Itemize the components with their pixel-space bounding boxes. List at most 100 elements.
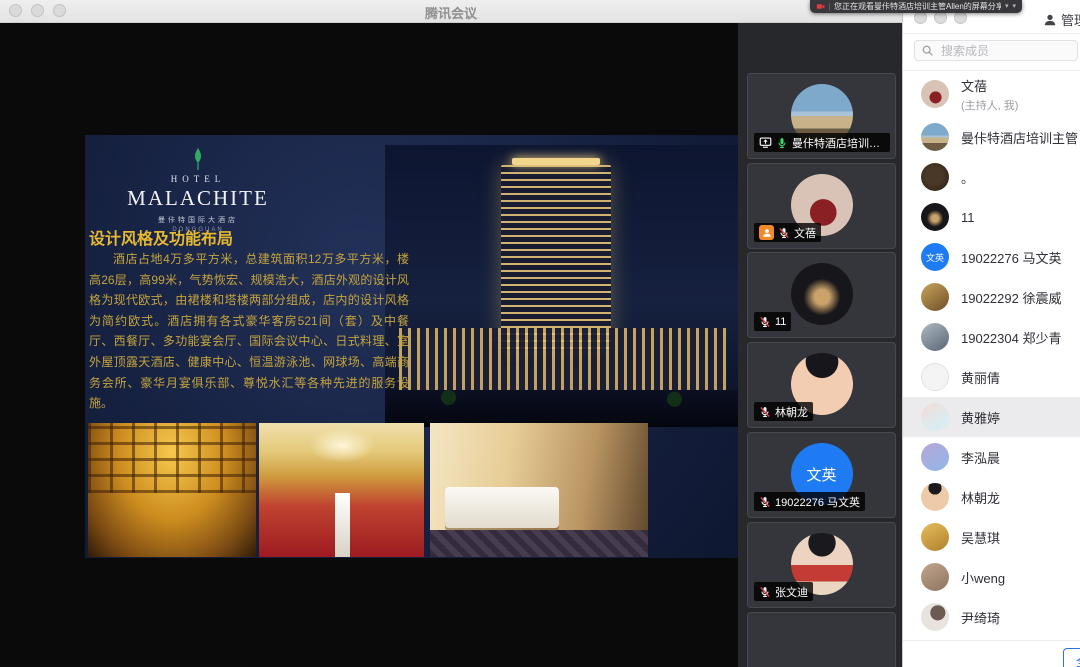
avatar [921,203,949,231]
window-titlebar: 腾讯会议 [0,0,902,23]
presentation-slide: HOTEL MALACHITE 曼佧特国际大酒店 DONGGUAN 设计风格及功… [85,135,738,558]
logo-hotel-name: MALACHITE [113,186,283,211]
avatar [921,483,949,511]
mic-muted-icon [778,227,790,239]
building-ground [385,390,738,427]
chevron-down-icon[interactable]: ▾ [1005,3,1009,10]
tile-name-label: 19022276 马文英 [754,492,865,511]
member-row[interactable]: 吴慧琪 [903,517,1080,557]
avatar [921,443,949,471]
tile-name-label: 文蓓 [754,223,821,242]
divider [903,33,1080,34]
member-name: 文蓓 [961,76,1018,95]
member-name: 小weng [961,568,1005,587]
member-name: 黄雅婷 [961,408,1000,427]
member-row[interactable]: 文英 19022276 马文英 [903,237,1080,277]
banquet-hall-photo [259,423,424,557]
video-tile-mawenying[interactable]: 文英 19022276 马文英 [747,432,896,518]
participant-name: 文蓓 [794,225,816,241]
member-name: 。 [961,168,974,187]
participant-name: 林朝龙 [775,404,808,420]
guest-room-photo [430,423,648,557]
members-list: 文蓓 (主持人, 我) 曼佧特酒店培训主管 Allen 。 11 文英 19 [903,71,1080,637]
building-podium [399,328,727,393]
video-tile-11[interactable]: 11 [747,252,896,338]
member-name: 尹绮琦 [961,608,1000,627]
avatar [921,563,949,591]
member-name: 曼佧特酒店培训主管 Allen [961,128,1080,147]
divider [829,3,830,11]
avatar-initials: 文英 [806,464,836,485]
member-row[interactable]: 文蓓 (主持人, 我) [903,71,1080,117]
slide-heading: 设计风格及功能布局 [89,225,233,249]
mic-on-icon [776,137,788,149]
member-search-box [914,40,1078,61]
member-name: 19022292 徐震威 [961,288,1061,307]
tile-name-label: 曼佧特酒店培训主管 Allen [754,133,890,152]
member-row[interactable]: 11 [903,197,1080,237]
malachite-leaf-icon [190,147,206,171]
hotel-building-photo [385,145,738,427]
member-row[interactable]: 林朝龙 [903,477,1080,517]
viewing-banner-text: 您正在观看曼佧特酒店培训主管Allen的屏幕分享 [834,1,1001,12]
member-row[interactable]: 。 [903,157,1080,197]
mic-muted-icon [759,406,771,418]
logo-hotel-word: HOTEL [113,174,283,184]
chevron-down-icon[interactable]: ▾ [1012,3,1016,10]
mute-all-button[interactable]: 全部静音 [1063,648,1080,667]
mic-muted-icon [759,586,771,598]
screen-share-viewing-banner[interactable]: 您正在观看曼佧特酒店培训主管Allen的屏幕分享 ▾ ▾ [810,0,1022,13]
person-icon [1043,13,1057,27]
host-badge-icon [759,225,774,240]
avatar [921,80,949,108]
members-panel-window: 管理成员 文蓓 (主持人, 我) 曼佧特酒店培训主管 Allen 。 [902,0,1080,667]
member-name: 11 [961,210,975,225]
avatar-initials: 文英 [926,251,944,264]
video-tile-allen[interactable]: 曼佧特酒店培训主管 Allen [747,73,896,159]
member-row[interactable]: 19022304 郑少青 [903,317,1080,357]
slide-body-text: 酒店占地4万多平方米，总建筑面积12万多平方米，楼高26层，高99米，气势恢宏、… [89,249,409,414]
video-thumbnail-strip: 曼佧特酒店培训主管 Allen 文蓓 11 林朝 [738,22,902,667]
building-tower [501,165,610,351]
video-tile-partial[interactable] [747,612,896,667]
video-tile-linchaolong[interactable]: 林朝龙 [747,342,896,428]
mic-muted-icon [759,316,771,328]
shared-screen-stage: HOTEL MALACHITE 曼佧特国际大酒店 DONGGUAN 设计风格及功… [0,22,738,667]
search-input[interactable] [939,43,1071,59]
participant-name: 张文迪 [775,584,808,600]
member-row[interactable]: 曼佧特酒店培训主管 Allen [903,117,1080,157]
member-row[interactable]: 小weng [903,557,1080,597]
avatar [921,363,949,391]
tencent-meeting-app: 腾讯会议 您正在观看曼佧特酒店培训主管Allen的屏幕分享 ▾ ▾ HOTEL … [0,0,1080,667]
avatar [921,163,949,191]
member-row[interactable]: 黄丽倩 [903,357,1080,397]
window-title: 腾讯会议 [0,3,902,22]
search-icon [921,44,934,57]
member-name: 林朝龙 [961,488,1000,507]
participant-name: 19022276 马文英 [775,494,860,510]
participant-name: 曼佧特酒店培训主管 Allen [792,135,885,151]
logo-chinese-name: 曼佧特国际大酒店 [113,215,283,225]
divider [903,640,1080,641]
mic-muted-icon [759,496,771,508]
member-role: (主持人, 我) [961,97,1018,113]
members-window-title: 管理成员 [1043,10,1080,29]
avatar [921,283,949,311]
lobby-photo [88,423,256,557]
member-name: 黄丽倩 [961,368,1000,387]
member-row[interactable]: 尹绮琦 [903,597,1080,637]
member-name: 吴慧琪 [961,528,1000,547]
member-row[interactable]: 李泓晨 [903,437,1080,477]
tile-name-label: 林朝龙 [754,402,813,421]
member-name: 19022276 马文英 [961,248,1061,267]
hotel-logo: HOTEL MALACHITE 曼佧特国际大酒店 DONGGUAN [113,147,283,233]
avatar [791,263,853,325]
avatar [921,123,949,151]
tile-name-label: 11 [754,312,791,331]
video-tile-wenbei[interactable]: 文蓓 [747,163,896,249]
video-tile-zhangwendi[interactable]: 张文迪 [747,522,896,608]
avatar [921,323,949,351]
member-row[interactable]: 19022292 徐震威 [903,277,1080,317]
member-row-highlighted[interactable]: 黄雅婷 [903,397,1080,437]
avatar [921,403,949,431]
